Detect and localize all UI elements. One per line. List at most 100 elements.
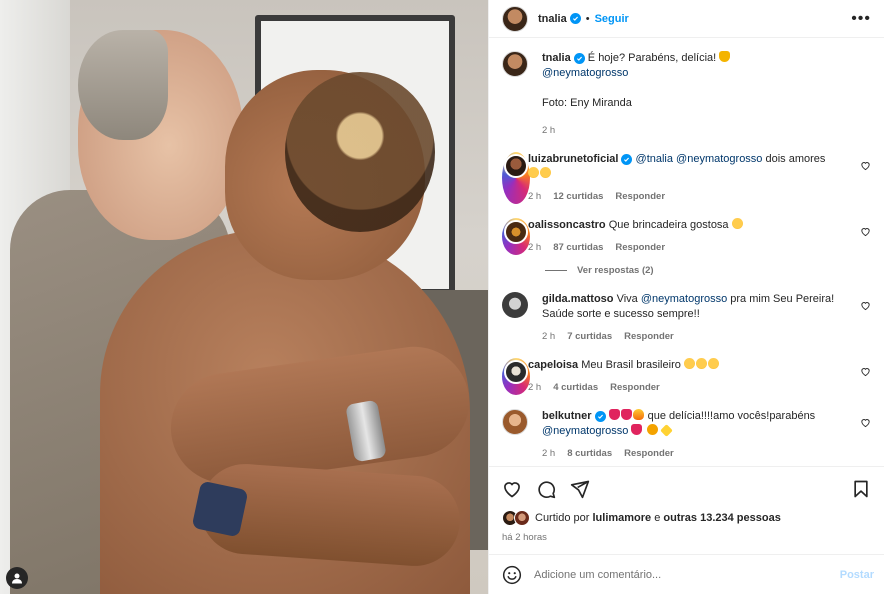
follow-button[interactable]: Seguir bbox=[595, 13, 629, 25]
avatar[interactable] bbox=[502, 218, 530, 255]
replies-divider bbox=[545, 270, 567, 271]
share-icon[interactable] bbox=[570, 479, 590, 499]
separator-dot: • bbox=[585, 12, 590, 25]
comment: luizabrunetoficial @tnalia @neymatogross… bbox=[502, 152, 871, 204]
comment-icon[interactable] bbox=[536, 479, 556, 499]
comments-list[interactable]: tnalia É hoje? Parabéns, delícia! @neyma… bbox=[489, 38, 884, 466]
heart-icon[interactable] bbox=[860, 160, 871, 171]
verified-icon bbox=[594, 411, 606, 422]
comment-username[interactable]: capeloisa bbox=[528, 359, 578, 371]
liker-username[interactable]: lulimamore bbox=[592, 512, 651, 524]
comment-text: Viva bbox=[616, 293, 638, 305]
likes-prefix: Curtido por bbox=[535, 512, 590, 524]
view-replies-label: Ver respostas (2) bbox=[577, 265, 654, 276]
caption-time: 2 h bbox=[542, 125, 556, 136]
post-button[interactable]: Postar bbox=[840, 569, 874, 581]
user-icon bbox=[12, 573, 22, 584]
reply-button[interactable]: Responder bbox=[615, 189, 665, 204]
sparkles-emoji bbox=[659, 424, 673, 437]
avatar[interactable] bbox=[502, 409, 528, 435]
heart-emoji bbox=[608, 409, 620, 420]
heart-icon[interactable] bbox=[860, 226, 871, 237]
comment-likes[interactable]: 8 curtidas bbox=[567, 446, 612, 461]
comment-likes[interactable]: 7 curtidas bbox=[567, 329, 612, 344]
comment: belkutner que delícia!!!!amo vocês!parab… bbox=[502, 409, 871, 461]
photo-woman-hair bbox=[285, 72, 435, 232]
caption-username[interactable]: tnalia bbox=[542, 52, 571, 64]
avatar[interactable] bbox=[502, 358, 530, 395]
post-time: há 2 horas bbox=[502, 532, 547, 543]
post-photo[interactable] bbox=[0, 0, 488, 594]
comment-username[interactable]: luizabrunetoficial bbox=[528, 153, 618, 165]
gold-heart-emoji bbox=[719, 51, 731, 62]
comment-time: 2 h bbox=[528, 191, 542, 202]
heart-icon[interactable] bbox=[860, 300, 871, 311]
verified-icon bbox=[573, 53, 585, 64]
liker-avatars bbox=[502, 510, 532, 526]
comment-input[interactable] bbox=[534, 568, 840, 581]
comment-username[interactable]: gilda.mattoso bbox=[542, 293, 614, 305]
likes-others[interactable]: outras 13.234 pessoas bbox=[663, 512, 780, 524]
comment: oalissoncastro Que brincadeira gostosa 2… bbox=[502, 218, 871, 255]
sun-emoji bbox=[646, 424, 658, 435]
author-username[interactable]: tnalia bbox=[538, 13, 567, 25]
comment: gilda.mattoso Viva @neymatogrosso pra mi… bbox=[502, 292, 871, 344]
caption-credit: Foto: Eny Miranda bbox=[542, 97, 632, 109]
verified-icon bbox=[569, 13, 581, 24]
likes-summary[interactable]: Curtido por lulimamore e outras 13.234 p… bbox=[502, 510, 871, 526]
avatar[interactable] bbox=[502, 292, 528, 318]
bookmark-icon[interactable] bbox=[851, 479, 871, 499]
comment-mention[interactable]: @tnalia @neymatogrosso bbox=[636, 153, 763, 165]
heart-eyes-emoji bbox=[540, 167, 551, 178]
photo-bracelet bbox=[191, 480, 249, 538]
heart-emoji bbox=[631, 424, 643, 435]
comment-text: que delícia!!!!amo vocês!parabéns bbox=[647, 410, 816, 422]
reply-button[interactable]: Responder bbox=[624, 329, 674, 344]
photo-man-hair bbox=[78, 30, 168, 140]
view-replies-button[interactable]: Ver respostas (2) bbox=[545, 265, 871, 276]
tagged-users-button[interactable] bbox=[6, 567, 28, 589]
comment-time: 2 h bbox=[542, 331, 556, 342]
heart-icon[interactable] bbox=[502, 479, 522, 499]
comment-mention[interactable]: @neymatogrosso bbox=[542, 425, 628, 437]
caption-text: É hoje? Parabéns, delícia! bbox=[587, 52, 717, 64]
emoji-icon[interactable] bbox=[502, 565, 522, 585]
verified-icon bbox=[621, 154, 633, 165]
post-header: tnalia • Seguir ••• bbox=[489, 0, 884, 38]
instagram-post-modal: tnalia • Seguir ••• tnalia É hoje? Parab… bbox=[0, 0, 884, 594]
likes-middle: e bbox=[654, 512, 661, 524]
comment-time: 2 h bbox=[528, 382, 542, 393]
heart-eyes-emoji bbox=[707, 358, 719, 369]
caption: tnalia É hoje? Parabéns, delícia! @neyma… bbox=[502, 51, 871, 138]
comment-username[interactable]: oalissoncastro bbox=[528, 219, 606, 231]
heart-eyes-emoji bbox=[528, 167, 539, 178]
heart-icon[interactable] bbox=[860, 366, 871, 377]
comment-likes[interactable]: 12 curtidas bbox=[553, 189, 603, 204]
comment-text: Meu Brasil brasileiro bbox=[581, 359, 681, 371]
reply-button[interactable]: Responder bbox=[610, 380, 660, 395]
heart-eyes-emoji bbox=[695, 358, 707, 369]
avatar[interactable] bbox=[502, 152, 530, 204]
add-comment-bar: Postar bbox=[489, 554, 884, 594]
comment-text: Que brincadeira gostosa bbox=[608, 219, 729, 231]
more-icon[interactable]: ••• bbox=[851, 10, 871, 26]
reply-button[interactable]: Responder bbox=[615, 240, 665, 255]
fire-emoji bbox=[632, 409, 644, 420]
post-actions: Curtido por lulimamore e outras 13.234 p… bbox=[489, 466, 884, 543]
heart-emoji bbox=[620, 409, 632, 420]
avatar[interactable] bbox=[502, 5, 528, 32]
heart-eyes-emoji bbox=[683, 358, 695, 369]
reply-button[interactable]: Responder bbox=[624, 446, 674, 461]
comment-likes[interactable]: 4 curtidas bbox=[553, 380, 598, 395]
action-bar bbox=[502, 478, 871, 500]
avatar[interactable] bbox=[502, 51, 528, 77]
comment-mention[interactable]: @neymatogrosso bbox=[641, 293, 727, 305]
comment-time: 2 h bbox=[528, 242, 542, 253]
caption-mention[interactable]: @neymatogrosso bbox=[542, 67, 628, 79]
post-sidebar: tnalia • Seguir ••• tnalia É hoje? Parab… bbox=[488, 0, 884, 594]
comment-username[interactable]: belkutner bbox=[542, 410, 592, 422]
comment-time: 2 h bbox=[542, 448, 556, 459]
heart-icon[interactable] bbox=[860, 417, 871, 428]
comment-text: dois amores bbox=[765, 153, 826, 165]
comment-likes[interactable]: 87 curtidas bbox=[553, 240, 603, 255]
